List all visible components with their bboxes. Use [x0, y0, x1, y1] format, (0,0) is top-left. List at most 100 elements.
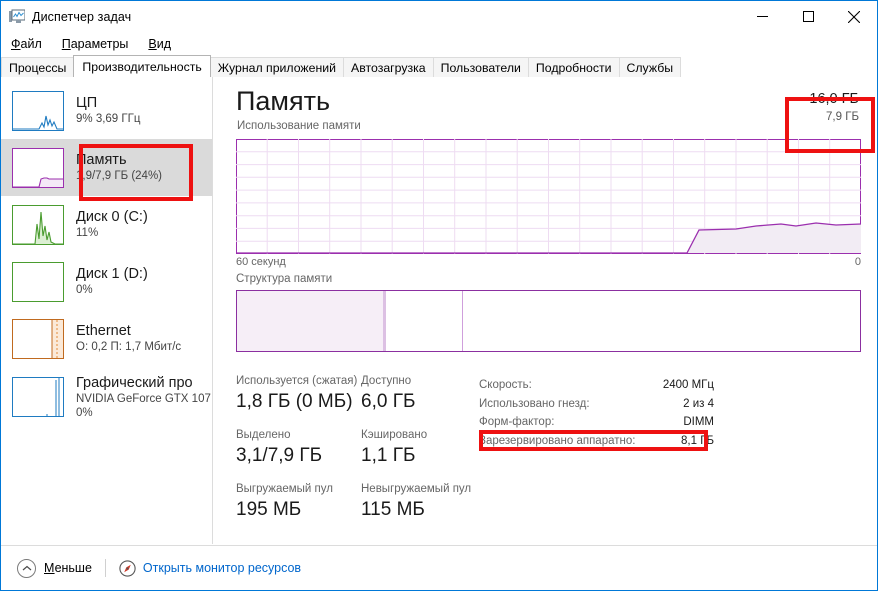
- memory-usage-graph: [236, 139, 861, 254]
- maximize-button[interactable]: [785, 1, 831, 32]
- gpu-thumbnail: [12, 377, 64, 417]
- sidebar-memory-labels: Память 1,9/7,9 ГБ (24%): [76, 152, 162, 183]
- stat-available-caption: Доступно: [361, 373, 486, 389]
- menu-file-label: айл: [21, 37, 42, 51]
- stat-cached-caption: Кэшировано: [361, 427, 486, 443]
- task-manager-icon: [9, 9, 25, 25]
- disk0-thumbnail: [12, 205, 64, 245]
- menu-options-label: араметры: [71, 37, 129, 51]
- cpu-thumbnail: [12, 91, 64, 131]
- resource-sidebar: ЦП 9% 3,69 ГГц Память 1,9/7,9 ГБ (24%): [1, 77, 213, 544]
- memory-thumbnail: [12, 148, 64, 188]
- stat-used: Используется (сжатая) 1,8 ГБ (0 МБ): [236, 373, 361, 414]
- fewer-details-label: Меньше: [44, 561, 92, 575]
- stat-nonpaged-pool-value: 115 МБ: [361, 497, 486, 522]
- composition-segment-in-use: [237, 291, 383, 351]
- sidebar-gpu-title: Графический про: [76, 375, 211, 392]
- sidebar-item-disk1[interactable]: Диск 1 (D:) 0%: [1, 253, 212, 310]
- menu-view-label: ид: [157, 37, 171, 51]
- spec-speed-key: Скорость:: [479, 376, 532, 395]
- tab-details[interactable]: Подробности: [528, 57, 620, 77]
- stat-used-caption: Используется (сжатая): [236, 373, 361, 389]
- memory-composition-bar[interactable]: [236, 290, 861, 352]
- stat-available-value: 6,0 ГБ: [361, 389, 486, 414]
- tab-services[interactable]: Службы: [619, 57, 682, 77]
- spec-speed-value: 2400 МГц: [663, 376, 714, 395]
- tab-processes[interactable]: Процессы: [1, 57, 74, 77]
- performance-page: ЦП 9% 3,69 ГГц Память 1,9/7,9 ГБ (24%): [1, 77, 877, 544]
- graph-axis-labels: 60 секунд 0: [236, 256, 861, 268]
- sidebar-item-gpu[interactable]: Графический про NVIDIA GeForce GTX 107 0…: [1, 367, 212, 429]
- open-resource-monitor-button[interactable]: Открыть монитор ресурсов: [119, 560, 301, 577]
- chevron-up-icon: [17, 559, 36, 578]
- menu-file-accel: Ф: [11, 37, 21, 51]
- stat-cached-value: 1,1 ГБ: [361, 443, 486, 468]
- stat-nonpaged-pool: Невыгружаемый пул 115 МБ: [361, 481, 486, 522]
- tab-strip: Процессы Производительность Журнал прило…: [1, 55, 877, 77]
- stat-cached: Кэшировано 1,1 ГБ: [361, 427, 486, 468]
- menu-view-accel: В: [148, 37, 156, 51]
- spec-hardware-reserved-key: Зарезервировано аппаратно:: [479, 432, 635, 451]
- sidebar-ethernet-labels: Ethernet О: 0,2 П: 1,7 Мбит/с: [76, 323, 181, 354]
- spec-slots-value: 2 из 4: [683, 395, 714, 414]
- memory-total-value: 16,0 ГБ: [809, 89, 859, 109]
- composition-segment-free: [463, 291, 860, 351]
- sidebar-gpu-model: NVIDIA GeForce GTX 107: [76, 392, 211, 406]
- sidebar-disk0-title: Диск 0 (C:): [76, 209, 148, 226]
- menu-bar: Файл Параметры Вид: [1, 32, 877, 55]
- stat-committed: Выделено 3,1/7,9 ГБ: [236, 427, 361, 468]
- tab-performance[interactable]: Производительность: [73, 55, 210, 77]
- window-title: Диспетчер задач: [32, 10, 131, 24]
- sidebar-gpu-labels: Графический про NVIDIA GeForce GTX 107 0…: [76, 375, 211, 420]
- memory-statistics: Используется (сжатая) 1,8 ГБ (0 МБ) Дост…: [236, 373, 506, 535]
- minimize-button[interactable]: [739, 1, 785, 32]
- fewer-details-button[interactable]: Меньше: [17, 559, 92, 578]
- memory-total-block: 16,0 ГБ 7,9 ГБ: [809, 89, 859, 125]
- stat-committed-caption: Выделено: [236, 427, 361, 443]
- resource-monitor-icon: [119, 560, 136, 577]
- tab-users[interactable]: Пользователи: [433, 57, 529, 77]
- stat-committed-value: 3,1/7,9 ГБ: [236, 443, 361, 468]
- sidebar-memory-title: Память: [76, 152, 162, 169]
- spec-row-hardware-reserved: Зарезервировано аппаратно: 8,1 ГБ: [479, 432, 714, 451]
- stat-nonpaged-pool-caption: Невыгружаемый пул: [361, 481, 486, 497]
- tab-app-history[interactable]: Журнал приложений: [210, 57, 344, 77]
- graph-axis-left: 60 секунд: [236, 256, 286, 268]
- menu-file[interactable]: Файл: [11, 37, 42, 51]
- open-resource-monitor-label: Открыть монитор ресурсов: [143, 561, 301, 575]
- spec-form-factor-key: Форм-фактор:: [479, 413, 554, 432]
- menu-options[interactable]: Параметры: [62, 37, 129, 51]
- graph-caption: Использование памяти: [237, 120, 361, 132]
- stat-used-value: 1,8 ГБ (0 МБ): [236, 389, 361, 414]
- page-title: Память: [236, 85, 863, 117]
- stat-paged-pool-value: 195 МБ: [236, 497, 361, 522]
- menu-view[interactable]: Вид: [148, 37, 171, 51]
- sidebar-item-memory[interactable]: Память 1,9/7,9 ГБ (24%): [1, 139, 212, 196]
- sidebar-memory-sub: 1,9/7,9 ГБ (24%): [76, 169, 162, 183]
- sidebar-ethernet-sub: О: 0,2 П: 1,7 Мбит/с: [76, 340, 181, 354]
- spec-slots-key: Использовано гнезд:: [479, 395, 590, 414]
- sidebar-ethernet-title: Ethernet: [76, 323, 181, 340]
- close-button[interactable]: [831, 1, 877, 32]
- sidebar-gpu-usage: 0%: [76, 406, 211, 420]
- spec-row-speed: Скорость: 2400 МГц: [479, 376, 714, 395]
- stat-row-committed-cached: Выделено 3,1/7,9 ГБ Кэшировано 1,1 ГБ: [236, 427, 506, 468]
- task-manager-window: Диспетчер задач Файл Параметры Вид Проце…: [0, 0, 878, 591]
- fewer-details-rest: еньше: [55, 561, 92, 575]
- sidebar-item-cpu[interactable]: ЦП 9% 3,69 ГГц: [1, 82, 212, 139]
- sidebar-cpu-labels: ЦП 9% 3,69 ГГц: [76, 95, 140, 126]
- tab-startup[interactable]: Автозагрузка: [343, 57, 434, 77]
- memory-detail-panel: Память Использование памяти 16,0 ГБ 7,9 …: [214, 77, 877, 544]
- fewer-details-accel: М: [44, 561, 55, 575]
- stat-row-used-available: Используется (сжатая) 1,8 ГБ (0 МБ) Дост…: [236, 373, 506, 414]
- graph-axis-right: 0: [855, 256, 861, 268]
- menu-options-accel: П: [62, 37, 71, 51]
- sidebar-disk1-sub: 0%: [76, 283, 148, 297]
- spec-form-factor-value: DIMM: [683, 413, 714, 432]
- sidebar-item-ethernet[interactable]: Ethernet О: 0,2 П: 1,7 Мбит/с: [1, 310, 212, 367]
- stat-row-pools: Выгружаемый пул 195 МБ Невыгружаемый пул…: [236, 481, 506, 522]
- sidebar-disk1-labels: Диск 1 (D:) 0%: [76, 266, 148, 297]
- sidebar-item-disk0[interactable]: Диск 0 (C:) 11%: [1, 196, 212, 253]
- sidebar-cpu-sub: 9% 3,69 ГГц: [76, 112, 140, 126]
- status-bar-divider: [105, 559, 106, 577]
